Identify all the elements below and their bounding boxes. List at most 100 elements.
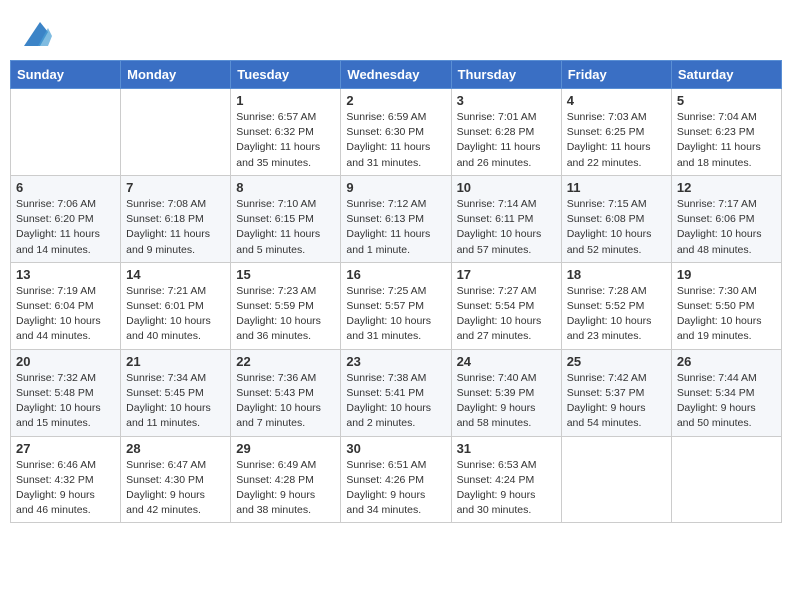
day-info: Sunrise: 7:14 AM Sunset: 6:11 PM Dayligh… xyxy=(457,197,556,258)
calendar-day-cell: 20 Sunrise: 7:32 AM Sunset: 5:48 PM Dayli… xyxy=(11,349,121,436)
calendar-day-cell: 31Sunrise: 6:53 AM Sunset: 4:24 PM Dayli… xyxy=(451,436,561,523)
day-number: 21 xyxy=(126,354,225,369)
day-info: Sunrise: 7:19 AM Sunset: 6:04 PM Dayligh… xyxy=(16,284,115,345)
day-of-week-header: Thursday xyxy=(451,61,561,89)
calendar-day-cell xyxy=(11,89,121,176)
calendar-day-cell xyxy=(671,436,781,523)
calendar-week-row: 20 Sunrise: 7:32 AM Sunset: 5:48 PM Dayli… xyxy=(11,349,782,436)
day-info: Sunrise: 7:44 AM Sunset: 5:34 PM Dayligh… xyxy=(677,371,776,432)
calendar-day-cell: 5Sunrise: 7:04 AM Sunset: 6:23 PM Daylig… xyxy=(671,89,781,176)
day-number: 10 xyxy=(457,180,556,195)
day-number: 29 xyxy=(236,441,335,456)
day-info: Sunrise: 6:59 AM Sunset: 6:30 PM Dayligh… xyxy=(346,110,445,171)
calendar-day-cell: 22 Sunrise: 7:36 AM Sunset: 5:43 PM Dayli… xyxy=(231,349,341,436)
day-info: Sunrise: 6:51 AM Sunset: 4:26 PM Dayligh… xyxy=(346,458,445,519)
day-of-week-header: Tuesday xyxy=(231,61,341,89)
day-number: 3 xyxy=(457,93,556,108)
day-of-week-header: Monday xyxy=(121,61,231,89)
calendar-header-row: SundayMondayTuesdayWednesdayThursdayFrid… xyxy=(11,61,782,89)
day-number: 27 xyxy=(16,441,115,456)
calendar-day-cell: 1 Sunrise: 6:57 AM Sunset: 6:32 PM Daylig… xyxy=(231,89,341,176)
day-of-week-header: Sunday xyxy=(11,61,121,89)
day-info: Sunrise: 7:30 AM Sunset: 5:50 PM Dayligh… xyxy=(677,284,776,345)
day-info: Sunrise: 7:04 AM Sunset: 6:23 PM Dayligh… xyxy=(677,110,776,171)
day-number: 8 xyxy=(236,180,335,195)
day-number: 16 xyxy=(346,267,445,282)
day-number: 23 xyxy=(346,354,445,369)
calendar-day-cell: 2 Sunrise: 6:59 AM Sunset: 6:30 PM Daylig… xyxy=(341,89,451,176)
calendar-week-row: 27Sunrise: 6:46 AM Sunset: 4:32 PM Dayli… xyxy=(11,436,782,523)
day-number: 6 xyxy=(16,180,115,195)
day-number: 9 xyxy=(346,180,445,195)
calendar-day-cell: 13 Sunrise: 7:19 AM Sunset: 6:04 PM Dayli… xyxy=(11,262,121,349)
calendar-day-cell: 4 Sunrise: 7:03 AM Sunset: 6:25 PM Daylig… xyxy=(561,89,671,176)
day-number: 1 xyxy=(236,93,335,108)
day-of-week-header: Saturday xyxy=(671,61,781,89)
calendar-day-cell: 28Sunrise: 6:47 AM Sunset: 4:30 PM Dayli… xyxy=(121,436,231,523)
day-number: 31 xyxy=(457,441,556,456)
day-info: Sunrise: 6:47 AM Sunset: 4:30 PM Dayligh… xyxy=(126,458,225,519)
day-of-week-header: Wednesday xyxy=(341,61,451,89)
day-number: 14 xyxy=(126,267,225,282)
day-info: Sunrise: 7:03 AM Sunset: 6:25 PM Dayligh… xyxy=(567,110,666,171)
day-number: 25 xyxy=(567,354,666,369)
day-number: 20 xyxy=(16,354,115,369)
calendar-day-cell: 8 Sunrise: 7:10 AM Sunset: 6:15 PM Daylig… xyxy=(231,175,341,262)
day-info: Sunrise: 7:23 AM Sunset: 5:59 PM Dayligh… xyxy=(236,284,335,345)
calendar-day-cell: 24Sunrise: 7:40 AM Sunset: 5:39 PM Dayli… xyxy=(451,349,561,436)
calendar-day-cell: 18 Sunrise: 7:28 AM Sunset: 5:52 PM Dayli… xyxy=(561,262,671,349)
day-info: Sunrise: 7:36 AM Sunset: 5:43 PM Dayligh… xyxy=(236,371,335,432)
logo xyxy=(20,18,54,50)
calendar-day-cell: 29 Sunrise: 6:49 AM Sunset: 4:28 PM Dayli… xyxy=(231,436,341,523)
day-number: 24 xyxy=(457,354,556,369)
day-info: Sunrise: 7:17 AM Sunset: 6:06 PM Dayligh… xyxy=(677,197,776,258)
day-info: Sunrise: 7:38 AM Sunset: 5:41 PM Dayligh… xyxy=(346,371,445,432)
logo-icon xyxy=(20,18,52,50)
calendar-table: SundayMondayTuesdayWednesdayThursdayFrid… xyxy=(10,60,782,523)
day-number: 13 xyxy=(16,267,115,282)
calendar-day-cell: 19 Sunrise: 7:30 AM Sunset: 5:50 PM Dayli… xyxy=(671,262,781,349)
day-info: Sunrise: 7:15 AM Sunset: 6:08 PM Dayligh… xyxy=(567,197,666,258)
day-info: Sunrise: 7:42 AM Sunset: 5:37 PM Dayligh… xyxy=(567,371,666,432)
day-info: Sunrise: 7:08 AM Sunset: 6:18 PM Dayligh… xyxy=(126,197,225,258)
calendar-day-cell: 7 Sunrise: 7:08 AM Sunset: 6:18 PM Daylig… xyxy=(121,175,231,262)
day-number: 4 xyxy=(567,93,666,108)
calendar-day-cell: 11 Sunrise: 7:15 AM Sunset: 6:08 PM Dayli… xyxy=(561,175,671,262)
page-header xyxy=(10,10,782,54)
day-number: 26 xyxy=(677,354,776,369)
day-info: Sunrise: 6:57 AM Sunset: 6:32 PM Dayligh… xyxy=(236,110,335,171)
day-info: Sunrise: 7:34 AM Sunset: 5:45 PM Dayligh… xyxy=(126,371,225,432)
calendar-day-cell: 25 Sunrise: 7:42 AM Sunset: 5:37 PM Dayli… xyxy=(561,349,671,436)
day-number: 2 xyxy=(346,93,445,108)
day-info: Sunrise: 6:49 AM Sunset: 4:28 PM Dayligh… xyxy=(236,458,335,519)
day-number: 15 xyxy=(236,267,335,282)
calendar-week-row: 1 Sunrise: 6:57 AM Sunset: 6:32 PM Daylig… xyxy=(11,89,782,176)
calendar-day-cell: 3 Sunrise: 7:01 AM Sunset: 6:28 PM Daylig… xyxy=(451,89,561,176)
day-info: Sunrise: 7:28 AM Sunset: 5:52 PM Dayligh… xyxy=(567,284,666,345)
day-info: Sunrise: 7:10 AM Sunset: 6:15 PM Dayligh… xyxy=(236,197,335,258)
day-number: 11 xyxy=(567,180,666,195)
day-info: Sunrise: 7:32 AM Sunset: 5:48 PM Dayligh… xyxy=(16,371,115,432)
day-number: 30 xyxy=(346,441,445,456)
day-info: Sunrise: 7:12 AM Sunset: 6:13 PM Dayligh… xyxy=(346,197,445,258)
calendar-day-cell: 27Sunrise: 6:46 AM Sunset: 4:32 PM Dayli… xyxy=(11,436,121,523)
calendar-day-cell: 26 Sunrise: 7:44 AM Sunset: 5:34 PM Dayli… xyxy=(671,349,781,436)
day-number: 19 xyxy=(677,267,776,282)
calendar-day-cell: 16 Sunrise: 7:25 AM Sunset: 5:57 PM Dayli… xyxy=(341,262,451,349)
calendar-day-cell: 23 Sunrise: 7:38 AM Sunset: 5:41 PM Dayli… xyxy=(341,349,451,436)
calendar-day-cell: 6 Sunrise: 7:06 AM Sunset: 6:20 PM Daylig… xyxy=(11,175,121,262)
day-number: 18 xyxy=(567,267,666,282)
day-info: Sunrise: 7:06 AM Sunset: 6:20 PM Dayligh… xyxy=(16,197,115,258)
day-info: Sunrise: 7:25 AM Sunset: 5:57 PM Dayligh… xyxy=(346,284,445,345)
calendar-day-cell xyxy=(561,436,671,523)
calendar-day-cell: 21 Sunrise: 7:34 AM Sunset: 5:45 PM Dayli… xyxy=(121,349,231,436)
calendar-day-cell: 10 Sunrise: 7:14 AM Sunset: 6:11 PM Dayli… xyxy=(451,175,561,262)
day-info: Sunrise: 7:01 AM Sunset: 6:28 PM Dayligh… xyxy=(457,110,556,171)
calendar-day-cell: 14Sunrise: 7:21 AM Sunset: 6:01 PM Dayli… xyxy=(121,262,231,349)
day-number: 12 xyxy=(677,180,776,195)
day-number: 17 xyxy=(457,267,556,282)
day-number: 7 xyxy=(126,180,225,195)
calendar-day-cell: 15 Sunrise: 7:23 AM Sunset: 5:59 PM Dayli… xyxy=(231,262,341,349)
calendar-week-row: 13 Sunrise: 7:19 AM Sunset: 6:04 PM Dayli… xyxy=(11,262,782,349)
day-number: 22 xyxy=(236,354,335,369)
